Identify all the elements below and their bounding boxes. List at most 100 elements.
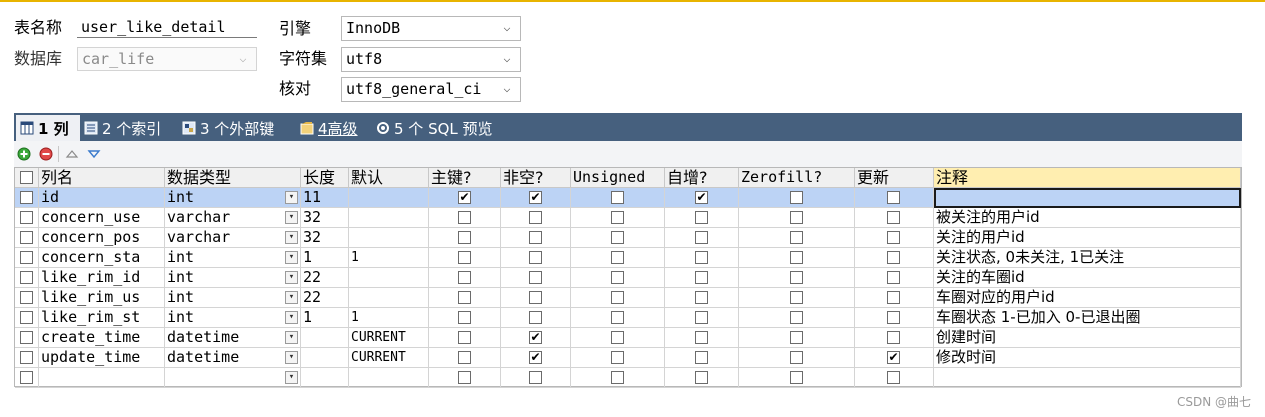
pk-checkbox[interactable] (458, 351, 471, 364)
cell-update[interactable] (855, 368, 934, 388)
cell-notnull[interactable] (501, 328, 571, 348)
cell-type[interactable]: ▾ (165, 368, 301, 388)
cell-notnull[interactable] (501, 288, 571, 308)
unsigned-checkbox[interactable] (611, 191, 624, 204)
dropdown-arrow-icon[interactable]: ▾ (285, 351, 298, 364)
autoinc-checkbox[interactable] (695, 231, 708, 244)
table-name-input[interactable]: user_like_detail (77, 16, 257, 38)
cell-type[interactable]: datetime ▾ (165, 348, 301, 368)
cell-default[interactable]: 1 (349, 308, 429, 328)
header-type[interactable]: 数据类型 (165, 168, 301, 188)
columns-grid[interactable]: 列名 数据类型 长度 默认 主键? 非空? Unsigned 自增? Zerof… (14, 167, 1242, 388)
header-length[interactable]: 长度 (301, 168, 349, 188)
row-select-checkbox[interactable] (20, 231, 33, 244)
cell-notnull[interactable] (501, 188, 571, 208)
table-row[interactable]: like_rim_st int ▾ 1 1 车圈状态 1-已加入 0-已退出圈 (15, 308, 1241, 328)
cell-unsigned[interactable] (571, 348, 665, 368)
dropdown-arrow-icon[interactable]: ▾ (285, 211, 298, 224)
cell-pk[interactable] (429, 288, 501, 308)
notnull-checkbox[interactable] (529, 371, 542, 384)
cell-autoinc[interactable] (665, 228, 739, 248)
cell-update[interactable] (855, 248, 934, 268)
charset-select[interactable]: utf8 ⌵ (341, 47, 521, 72)
cell-pk[interactable] (429, 208, 501, 228)
table-row[interactable]: id int ▾ 11 (15, 188, 1241, 208)
cell-notnull[interactable] (501, 268, 571, 288)
cell-type[interactable]: int ▾ (165, 268, 301, 288)
cell-zerofill[interactable] (739, 228, 855, 248)
header-select-all[interactable] (15, 168, 39, 188)
dropdown-arrow-icon[interactable]: ▾ (285, 311, 298, 324)
cell-length[interactable]: 1 (301, 248, 349, 268)
cell-length[interactable] (301, 328, 349, 348)
row-select-cell[interactable] (15, 308, 39, 328)
cell-name[interactable]: create_time (39, 328, 165, 348)
cell-autoinc[interactable] (665, 288, 739, 308)
row-select-cell[interactable] (15, 208, 39, 228)
cell-zerofill[interactable] (739, 208, 855, 228)
dropdown-arrow-icon[interactable]: ▾ (285, 231, 298, 244)
row-select-cell[interactable] (15, 188, 39, 208)
cell-type[interactable]: int ▾ (165, 188, 301, 208)
pk-checkbox[interactable] (458, 371, 471, 384)
zerofill-checkbox[interactable] (790, 291, 803, 304)
table-row[interactable]: ▾ (15, 368, 1241, 388)
row-select-cell[interactable] (15, 288, 39, 308)
header-primary-key[interactable]: 主键? (429, 168, 501, 188)
cell-pk[interactable] (429, 328, 501, 348)
row-select-checkbox[interactable] (20, 251, 33, 264)
cell-comment[interactable]: 关注的车圈id (934, 268, 1241, 288)
cell-default[interactable] (349, 368, 429, 388)
cell-update[interactable] (855, 188, 934, 208)
row-select-checkbox[interactable] (20, 211, 33, 224)
add-circle-icon[interactable] (17, 147, 31, 161)
row-select-checkbox[interactable] (20, 191, 33, 204)
header-name[interactable]: 列名 (39, 168, 165, 188)
header-default[interactable]: 默认 (349, 168, 429, 188)
cell-zerofill[interactable] (739, 288, 855, 308)
update-checkbox[interactable] (887, 271, 900, 284)
autoinc-checkbox[interactable] (695, 351, 708, 364)
unsigned-checkbox[interactable] (611, 231, 624, 244)
notnull-checkbox[interactable] (529, 191, 542, 204)
table-row[interactable]: concern_use varchar ▾ 32 被关注的用户id (15, 208, 1241, 228)
cell-unsigned[interactable] (571, 188, 665, 208)
cell-zerofill[interactable] (739, 268, 855, 288)
header-unsigned[interactable]: Unsigned (571, 168, 665, 188)
row-select-checkbox[interactable] (20, 311, 33, 324)
cell-update[interactable] (855, 268, 934, 288)
cell-default[interactable] (349, 228, 429, 248)
zerofill-checkbox[interactable] (790, 311, 803, 324)
table-row[interactable]: like_rim_us int ▾ 22 车圈对应的用户id (15, 288, 1241, 308)
cell-length[interactable]: 32 (301, 228, 349, 248)
update-checkbox[interactable] (887, 351, 900, 364)
zerofill-checkbox[interactable] (790, 331, 803, 344)
notnull-checkbox[interactable] (529, 231, 542, 244)
cell-type[interactable]: int ▾ (165, 248, 301, 268)
update-checkbox[interactable] (887, 231, 900, 244)
update-checkbox[interactable] (887, 191, 900, 204)
cell-unsigned[interactable] (571, 308, 665, 328)
cell-update[interactable] (855, 288, 934, 308)
cell-name[interactable]: like_rim_us (39, 288, 165, 308)
cell-unsigned[interactable] (571, 328, 665, 348)
header-not-null[interactable]: 非空? (501, 168, 571, 188)
dropdown-arrow-icon[interactable]: ▾ (285, 331, 298, 344)
cell-zerofill[interactable] (739, 248, 855, 268)
tab-advanced[interactable]: 4高级 (296, 115, 376, 141)
unsigned-checkbox[interactable] (611, 291, 624, 304)
cell-update[interactable] (855, 328, 934, 348)
cell-length[interactable] (301, 368, 349, 388)
row-select-checkbox[interactable] (20, 271, 33, 284)
unsigned-checkbox[interactable] (611, 331, 624, 344)
update-checkbox[interactable] (887, 311, 900, 324)
cell-name[interactable]: concern_use (39, 208, 165, 228)
cell-zerofill[interactable] (739, 348, 855, 368)
unsigned-checkbox[interactable] (611, 271, 624, 284)
cell-autoinc[interactable] (665, 248, 739, 268)
row-select-checkbox[interactable] (20, 331, 33, 344)
cell-update[interactable] (855, 228, 934, 248)
tab-columns[interactable]: 1 列 (16, 115, 80, 141)
table-row[interactable]: concern_sta int ▾ 1 1 关注状态, 0未关注, 1已关注 (15, 248, 1241, 268)
cell-unsigned[interactable] (571, 288, 665, 308)
